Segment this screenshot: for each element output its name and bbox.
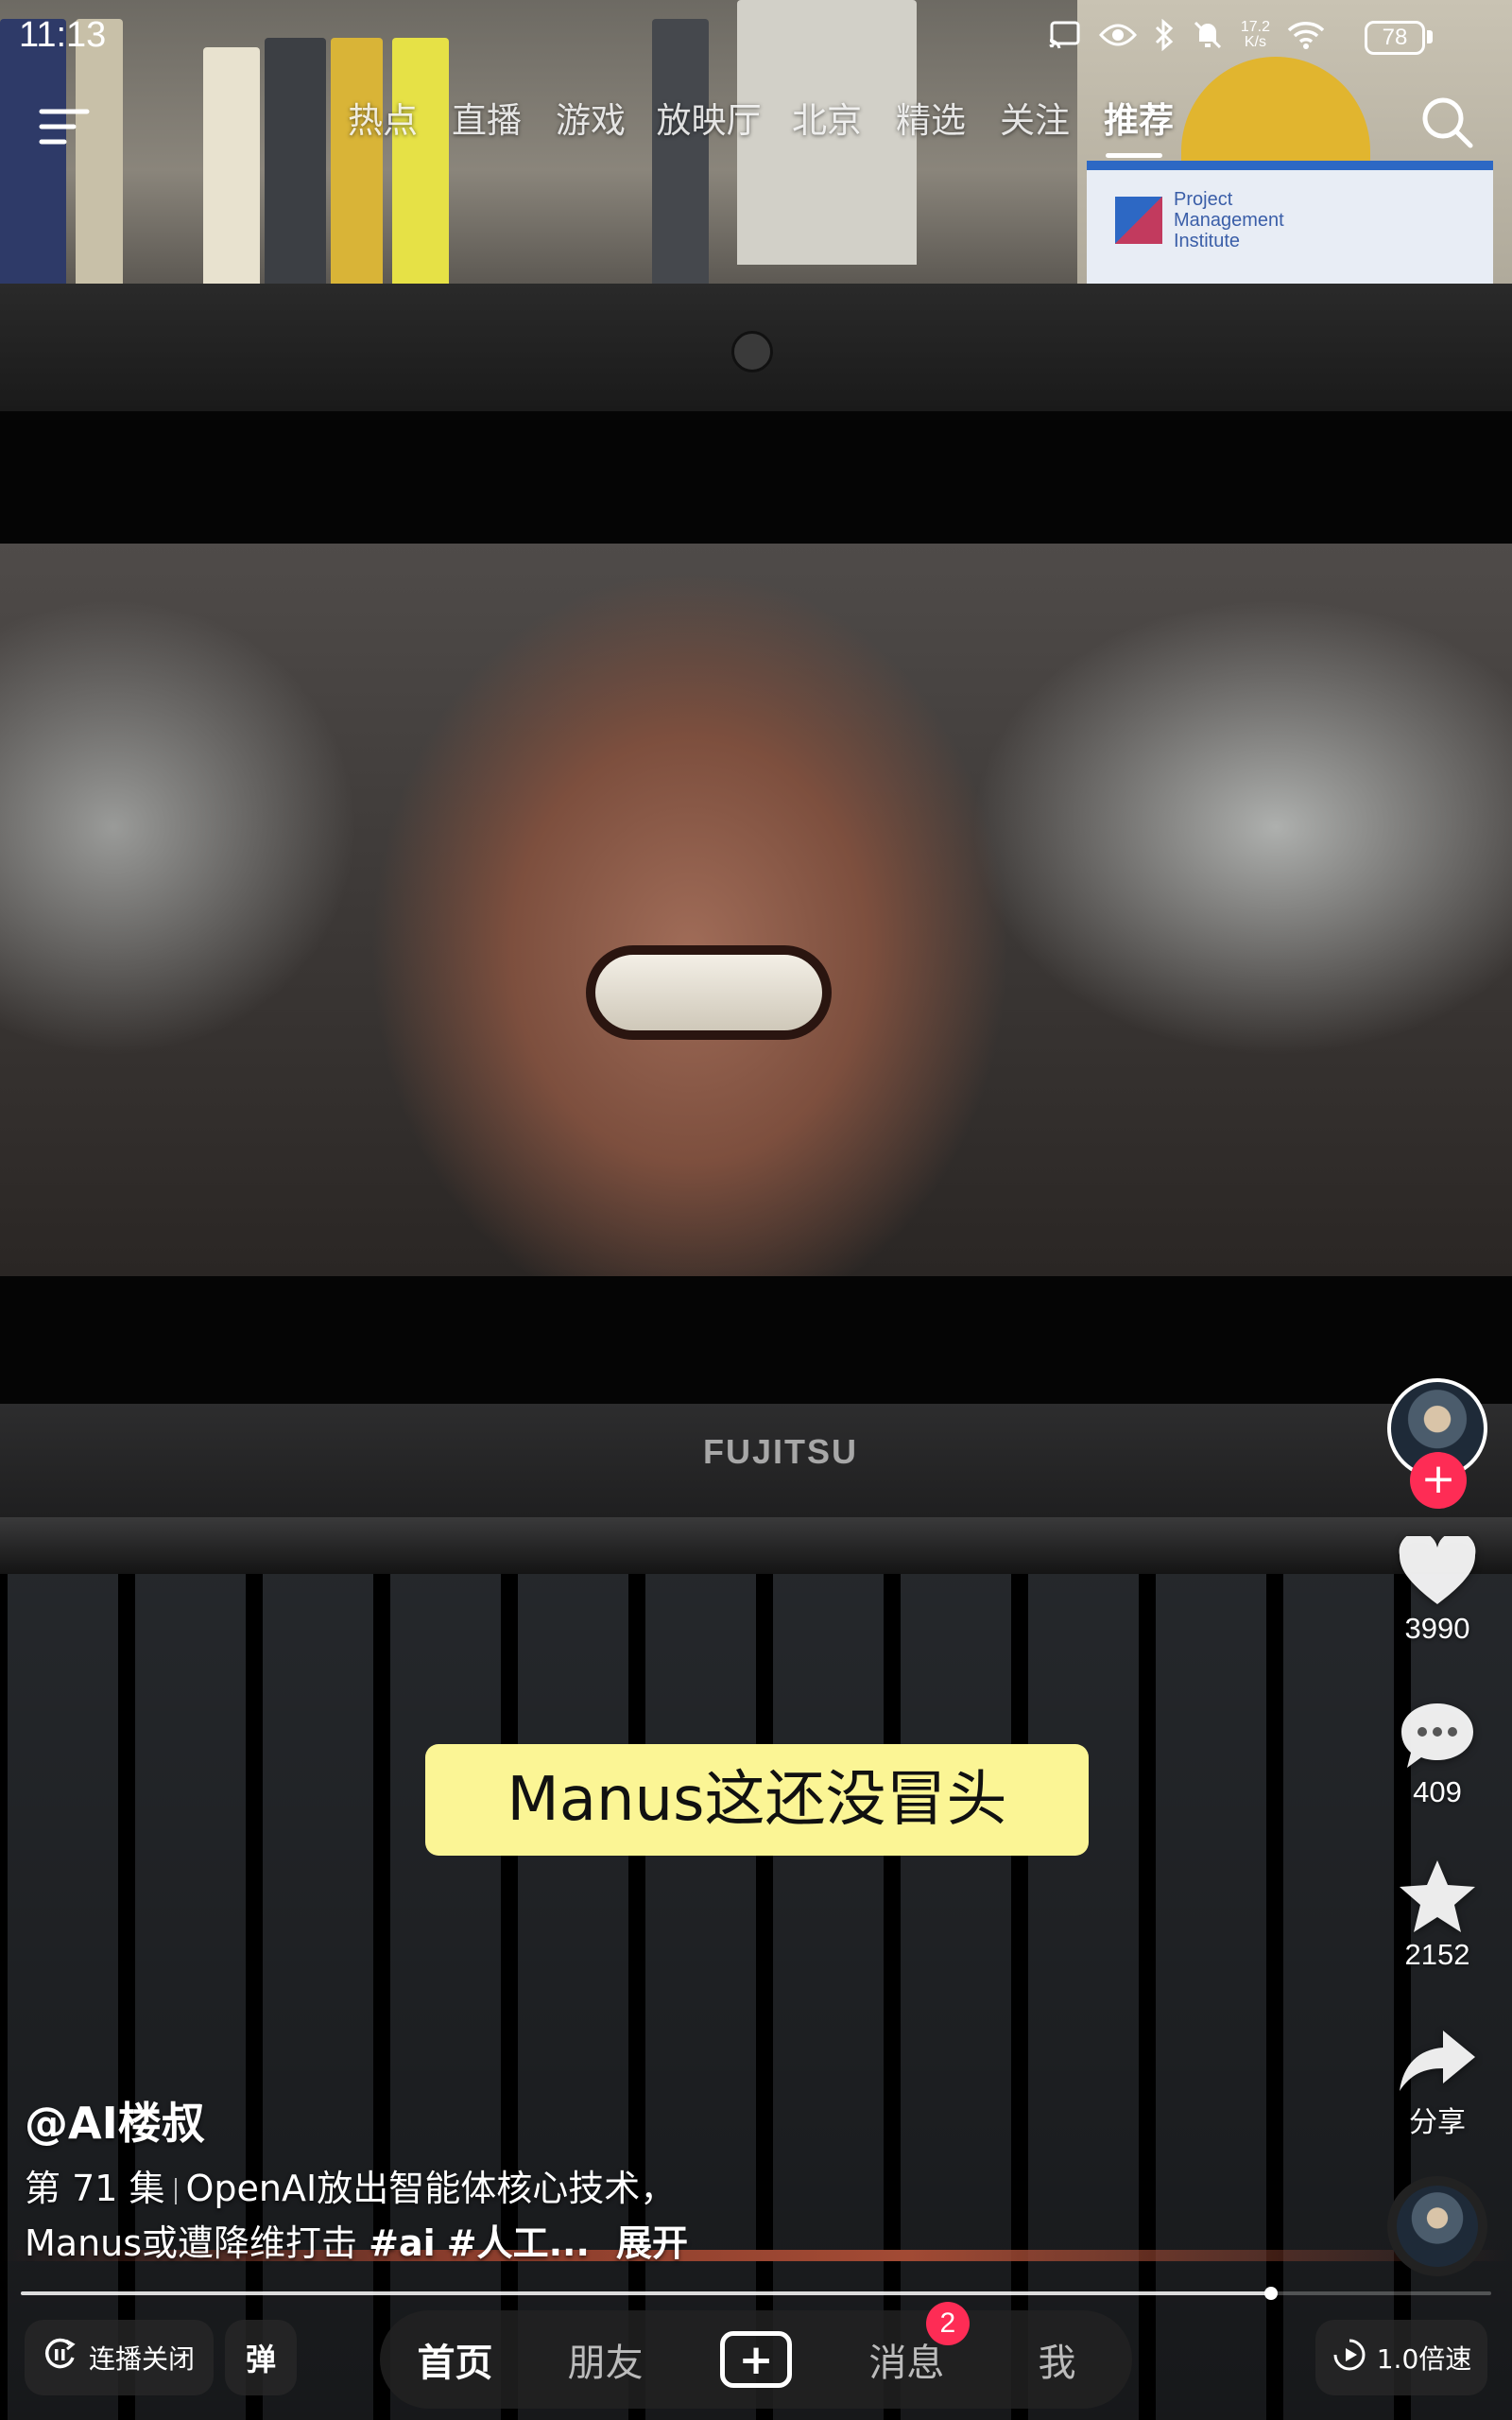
cast-icon: [1048, 20, 1082, 50]
eye-icon: [1098, 22, 1137, 48]
tab-beijing[interactable]: 北京: [775, 93, 879, 149]
tab-recommended[interactable]: 推荐: [1087, 93, 1191, 149]
share-arrow-icon: [1376, 2027, 1499, 2095]
like-button[interactable]: 3990: [1376, 1536, 1499, 1646]
tab-following[interactable]: 关注: [983, 93, 1087, 149]
tab-live[interactable]: 直播: [435, 93, 539, 149]
clenched-teeth: [586, 945, 832, 1040]
nav-messages[interactable]: 消息 2: [832, 2302, 982, 2387]
status-time: 11:13: [19, 15, 107, 55]
episode-separator: [174, 2177, 177, 2204]
active-tab-underline: [1106, 153, 1162, 158]
description-line-1: OpenAI放出智能体核心技术，: [185, 2168, 677, 2209]
letterbox-bottom: [0, 1276, 1512, 1404]
progress-bar[interactable]: [21, 2287, 1491, 2300]
poster-line: Management: [1174, 210, 1284, 231]
favorite-count: 2152: [1404, 1938, 1470, 1971]
pmi-logo: [1115, 197, 1162, 244]
tab-games[interactable]: 游戏: [539, 93, 643, 149]
progress-fill: [21, 2291, 1271, 2295]
hashtag-ai[interactable]: #ai: [369, 2222, 436, 2264]
bottom-bar: 连播关闭 弹 首页 朋友 + 消息 2 我 1.0倍速: [0, 2302, 1512, 2420]
nav-me[interactable]: 我: [982, 2332, 1132, 2387]
top-nav: 热点 直播 游戏 放映厅 北京 精选 关注 推荐: [0, 85, 1512, 180]
autoplay-icon: [42, 2337, 77, 2379]
laptop-brand: FUJITSU: [703, 1432, 859, 1471]
status-icons: 17.2 K/s: [1048, 19, 1418, 51]
messages-badge: 2: [925, 2302, 970, 2345]
speed-icon: [1332, 2337, 1367, 2379]
nav-friends[interactable]: 朋友: [530, 2332, 680, 2387]
author-name[interactable]: @AI楼叔: [25, 2089, 205, 2152]
progress-knob[interactable]: [1263, 2287, 1278, 2300]
comment-icon: [1376, 1700, 1499, 1772]
tab-cinema[interactable]: 放映厅: [643, 93, 775, 149]
star-icon: [1376, 1858, 1499, 1934]
menu-icon[interactable]: [36, 98, 93, 155]
battery-icon: 78: [1365, 21, 1425, 55]
poster-line: Institute: [1174, 231, 1241, 251]
mute-icon: [1192, 19, 1224, 51]
status-bar: 11:13 17.2 K/s 78: [0, 0, 1512, 76]
bluetooth-icon: [1154, 19, 1175, 51]
tab-hot[interactable]: 热点: [331, 93, 435, 149]
autoplay-label: 连播关闭: [89, 2343, 196, 2375]
playback-speed-button[interactable]: 1.0倍速: [1315, 2320, 1487, 2395]
create-button[interactable]: +: [720, 2331, 792, 2388]
follow-button[interactable]: +: [1410, 1452, 1467, 1509]
search-icon[interactable]: [1418, 93, 1478, 153]
tab-featured[interactable]: 精选: [879, 93, 983, 149]
net-speed: 17.2 K/s: [1240, 19, 1270, 50]
post-description[interactable]: 第 71 集 OpenAI放出智能体核心技术， Manus或遭降维打击 #ai #…: [25, 2161, 1310, 2271]
favorite-button[interactable]: 2152: [1376, 1858, 1499, 1972]
poster-line: Project: [1174, 189, 1233, 210]
top-tabs: 热点 直播 游戏 放映厅 北京 精选 关注 推荐: [331, 93, 1191, 149]
speed-label: 1.0倍速: [1376, 2343, 1472, 2375]
comment-count: 409: [1413, 1775, 1462, 1808]
description-line-2: Manus或遭降维打击: [25, 2222, 358, 2264]
danmu-toggle[interactable]: 弹: [225, 2320, 297, 2395]
autoplay-toggle[interactable]: 连播关闭: [25, 2320, 214, 2395]
heart-icon: [1376, 1536, 1499, 1608]
episode-label[interactable]: 第 71 集: [25, 2168, 165, 2209]
share-label: 分享: [1409, 2106, 1466, 2139]
nav-home[interactable]: 首页: [380, 2332, 530, 2387]
laptop-hinge: [0, 1517, 1512, 1574]
nav-messages-label: 消息: [868, 2342, 945, 2385]
expand-button[interactable]: 展开: [616, 2222, 688, 2264]
webcam: [731, 331, 773, 372]
letterbox-top: [0, 411, 1512, 544]
wifi-icon: [1287, 21, 1325, 49]
comment-button[interactable]: 409: [1376, 1700, 1499, 1809]
main-navigation: 首页 朋友 + 消息 2 我: [380, 2302, 1132, 2409]
hashtag-ai-cn[interactable]: #人工...: [447, 2222, 590, 2264]
share-button[interactable]: 分享: [1376, 2027, 1499, 2140]
video-frame[interactable]: Project Management Institute FUJITSU: [0, 0, 1512, 2420]
like-count: 3990: [1404, 1612, 1470, 1645]
music-disc[interactable]: [1387, 2176, 1487, 2276]
screaming-face-scene: [0, 544, 1512, 1276]
video-caption: Manus这还没冒头: [425, 1744, 1089, 1856]
battery-tip: [1427, 30, 1433, 43]
